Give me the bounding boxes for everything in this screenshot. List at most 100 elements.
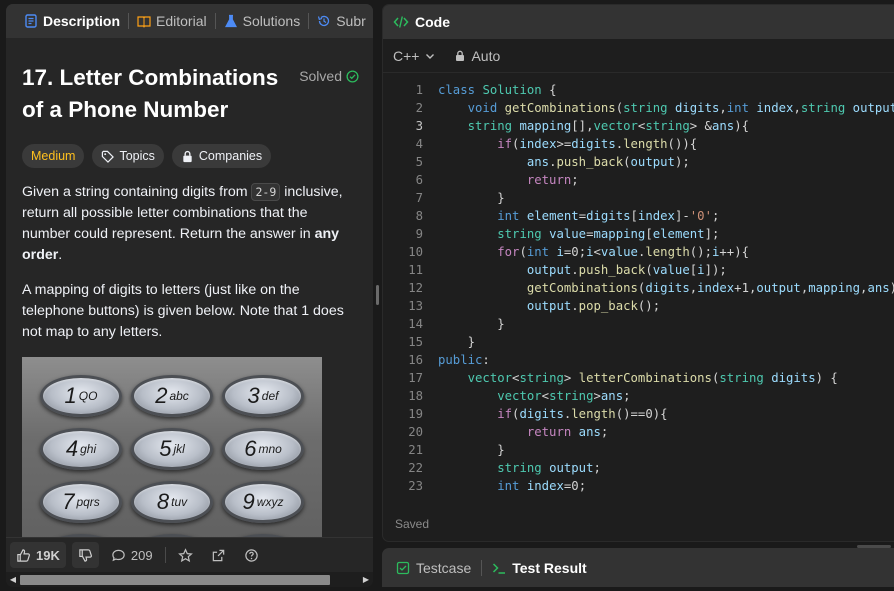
- line-number: 17: [408, 371, 423, 385]
- code-line[interactable]: 20 return ans;: [383, 423, 894, 441]
- tab-test-result[interactable]: Test Result: [492, 560, 587, 576]
- scrollbar-thumb[interactable]: [20, 575, 330, 585]
- code-line[interactable]: 6 return;: [383, 171, 894, 189]
- line-source: output.pop_back();: [526, 299, 661, 313]
- topics-label: Topics: [119, 149, 155, 163]
- code-line[interactable]: 11 output.push_back(value[i]);: [383, 261, 894, 279]
- tab-solutions-label: Solutions: [242, 13, 301, 29]
- horizontal-scrollbar[interactable]: ◀ ▶: [6, 572, 373, 587]
- comments-button[interactable]: 209: [105, 542, 159, 568]
- dislike-button[interactable]: [71, 542, 99, 568]
- tab-description[interactable]: Description: [18, 13, 126, 29]
- line-number: 10: [408, 245, 423, 259]
- star-icon: [177, 547, 193, 562]
- actions-row: 19K 209: [6, 538, 373, 572]
- problem-tabbar: Description Editorial Solutions Subr: [6, 4, 373, 38]
- like-count: 19K: [36, 547, 60, 563]
- code-line[interactable]: 21 }: [383, 441, 894, 459]
- code-panel: Code C++ Auto 1 class Solution {2 void ge…: [382, 4, 894, 542]
- line-number: 20: [408, 425, 423, 439]
- code-panel-header: Code: [383, 5, 894, 39]
- lock-icon: [183, 150, 192, 162]
- test-panel: Testcase Test Result: [382, 548, 894, 587]
- line-number: 5: [415, 155, 423, 169]
- problem-description: 17. Letter Combinations of a Phone Numbe…: [6, 38, 373, 537]
- code-editor[interactable]: 1 class Solution {2 void getCombinations(…: [383, 81, 894, 501]
- code-icon: [393, 16, 409, 28]
- code-line[interactable]: 1 class Solution {: [383, 81, 894, 99]
- code-line[interactable]: 13 output.pop_back();: [383, 297, 894, 315]
- code-line[interactable]: 9 string value=mapping[element];: [383, 225, 894, 243]
- line-source: return ans;: [526, 425, 609, 439]
- key-5: 5 jkl: [131, 428, 213, 470]
- tab-solutions[interactable]: Solutions: [218, 13, 307, 29]
- code-line[interactable]: 7 }: [383, 189, 894, 207]
- problem-actions-bar: 19K 209 ◀ ▶: [6, 537, 373, 587]
- key-9: 9 wxyz: [222, 481, 304, 523]
- scroll-right-icon[interactable]: ▶: [359, 572, 373, 587]
- key-8: 8 tuv: [131, 481, 213, 523]
- difficulty-badge: Medium: [22, 144, 85, 168]
- code-line[interactable]: 19 if(digits.length()==0){: [383, 405, 894, 423]
- description-icon: [25, 14, 37, 28]
- code-line[interactable]: 12 getCombinations(digits,index+1,output…: [383, 279, 894, 297]
- code-line[interactable]: 17 vector<string> letterCombinations(str…: [383, 369, 894, 387]
- line-number: 8: [415, 209, 423, 223]
- code-line[interactable]: 22 string output;: [383, 459, 894, 477]
- line-source: void getCombinations(string digits,int i…: [467, 101, 894, 115]
- line-number: 15: [408, 335, 423, 349]
- language-select[interactable]: C++: [393, 48, 436, 64]
- code-line[interactable]: 8 int element=digits[index]-'0';: [383, 207, 894, 225]
- code-line[interactable]: 16 public:: [383, 351, 894, 369]
- line-number: 16: [408, 353, 423, 367]
- code-line[interactable]: 10 for(int i=0;i<value.length();i++){: [383, 243, 894, 261]
- line-source: if(digits.length()==0){: [497, 407, 668, 421]
- code-panel-title: Code: [415, 14, 450, 30]
- line-number: 7: [415, 191, 423, 205]
- tab-submissions-label: Subr: [336, 13, 366, 29]
- code-line[interactable]: 23 int index=0;: [383, 477, 894, 495]
- like-button[interactable]: 19K: [10, 542, 66, 568]
- key-3: 3 def: [222, 375, 304, 417]
- question-circle-icon: [244, 548, 258, 562]
- companies-button[interactable]: Companies: [171, 144, 272, 168]
- comment-count: 209: [130, 547, 153, 563]
- tab-submissions[interactable]: Subr: [311, 13, 372, 29]
- share-button[interactable]: [205, 542, 232, 568]
- tab-editorial[interactable]: Editorial: [131, 13, 213, 29]
- line-number: 13: [408, 299, 423, 313]
- thumbs-up-icon: [17, 548, 30, 562]
- key-letters: mno: [258, 442, 282, 456]
- key-number: 6: [244, 436, 257, 461]
- tab-testcase[interactable]: Testcase: [396, 560, 471, 576]
- auto-mode-toggle[interactable]: Auto: [454, 48, 500, 64]
- code-line[interactable]: 18 vector<string>ans;: [383, 387, 894, 405]
- para1-text: .: [58, 247, 63, 263]
- scroll-left-icon[interactable]: ◀: [6, 572, 20, 587]
- code-line[interactable]: 15 }: [383, 333, 894, 351]
- topics-button[interactable]: Topics: [92, 144, 164, 168]
- panel-resize-handle[interactable]: [376, 285, 379, 305]
- favorite-button[interactable]: [172, 542, 199, 568]
- line-source: }: [438, 335, 476, 349]
- chevron-down-icon: [426, 53, 435, 59]
- line-source: ans.push_back(output);: [526, 155, 690, 169]
- key-letters: QO: [78, 389, 98, 403]
- line-source: vector<string>ans;: [497, 389, 631, 403]
- help-button[interactable]: [238, 542, 265, 568]
- code-line[interactable]: 5 ans.push_back(output);: [383, 153, 894, 171]
- code-line[interactable]: 2 void getCombinations(string digits,int…: [383, 99, 894, 117]
- line-number: 11: [408, 263, 423, 277]
- line-source: string mapping[],vector<string> &ans){: [467, 119, 749, 133]
- line-source: }: [438, 443, 505, 457]
- line-number: 3: [415, 119, 423, 133]
- line-number: 19: [408, 407, 423, 421]
- code-line[interactable]: 3 string mapping[],vector<string> &ans){: [383, 117, 894, 135]
- code-line[interactable]: 14 }: [383, 315, 894, 333]
- problem-badges: Medium Topics Companies: [22, 144, 357, 168]
- code-line[interactable]: 4 if(index>=digits.length()){: [383, 135, 894, 153]
- key-number: 9: [242, 489, 255, 514]
- title-row: 17. Letter Combinations of a Phone Numbe…: [22, 62, 359, 132]
- lock-icon: [456, 50, 465, 61]
- key-7: 7 pqrs: [40, 481, 122, 523]
